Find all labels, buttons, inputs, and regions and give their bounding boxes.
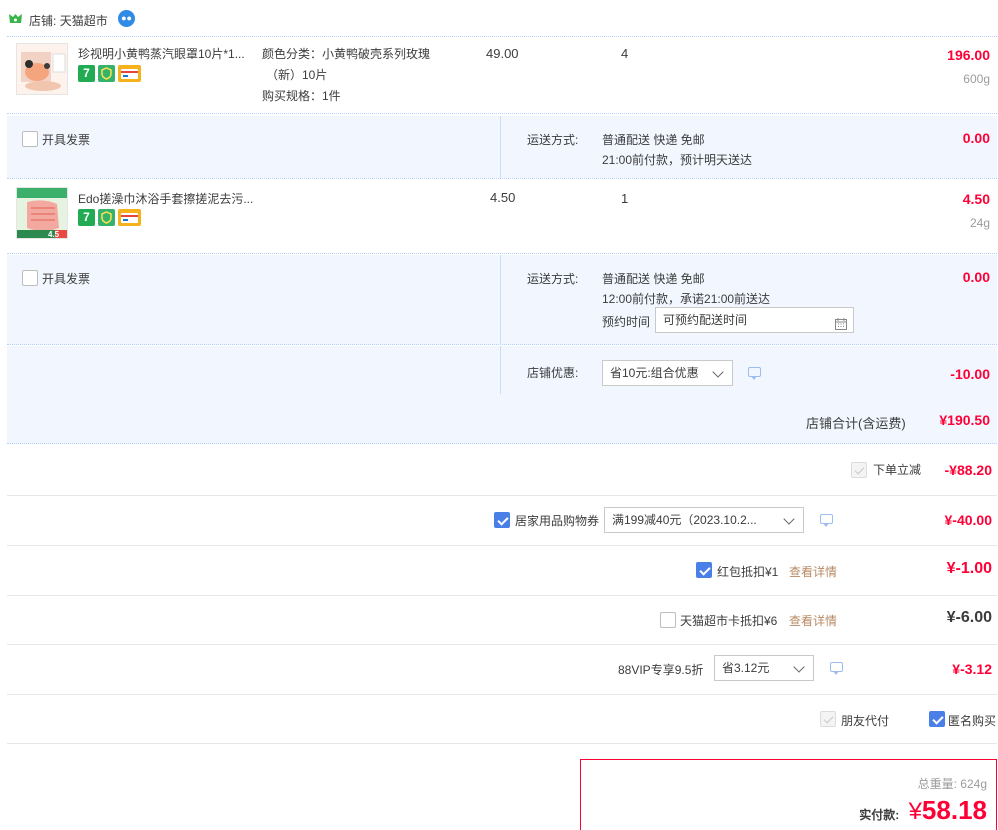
item-1-sku-color-cont: （新）10片 [266,68,328,82]
shop-name[interactable]: 店铺: 天猫超市 [29,12,108,29]
feedback-icon[interactable] [748,367,761,380]
item-2-thumbnail[interactable] [16,187,68,239]
card-pay-icon [118,209,141,226]
divider [7,694,997,695]
item-1-subtotal: 196.00 [947,47,990,63]
friend-pay-checkbox [820,711,836,727]
vip-select[interactable]: 省3.12元 [714,655,814,681]
shop-discount-amount: -10.00 [950,366,990,382]
friend-pay-label: 朋友代付 [841,714,890,728]
coupon-amount: ¥-40.00 [944,512,992,528]
item-2-title[interactable]: Edo搓澡巾沐浴手套擦搓泥去污... [78,190,258,207]
item-2-quantity: 1 [621,191,629,206]
delivery-method-1: 普通配送 快递 免邮 [602,133,705,147]
tmallcard-amount: ¥-6.00 [946,609,992,626]
delivery-method-2: 普通配送 快递 免邮 [602,272,705,286]
delivery-section-1 [7,116,997,178]
appointment-time-input[interactable]: 可预约配送时间 [655,307,854,333]
divider [500,255,501,345]
redpacket-checkbox[interactable] [696,562,712,578]
divider [7,545,997,546]
tmallcard-checkbox[interactable] [660,612,676,628]
delivery-note-2: 12:00前付款，承诺21:00前送达 [602,292,771,306]
chevron-down-icon [793,661,805,673]
divider [7,743,997,744]
guarantee-icon [98,209,115,226]
coupon-value: 满199减40元（2023.10.2... [612,513,757,527]
total-weight-value: 624g [960,777,987,791]
card-pay-icon [118,65,141,82]
order-discount-checkbox [851,462,867,478]
total-weight: 总重量: 624g [918,775,987,792]
tmallcard-detail-link[interactable]: 查看详情 [789,612,837,629]
shop-discount-value: 省10元:组合优惠 [610,366,699,380]
item-2-weight: 24g [969,216,990,230]
item-2-unit-price: 4.50 [490,190,516,205]
item-2-thumb-price: 4.5 [48,230,60,239]
actual-payment-amount: 58.18 [921,795,987,825]
tmallcard-label: 天猫超市卡抵扣¥6 [680,614,778,628]
item-1-sku-spec: 购买规格：1件 [262,89,341,103]
item-1-quantity: 4 [621,46,629,61]
redpacket-amount: ¥-1.00 [946,560,992,577]
vip-value: 省3.12元 [722,661,770,675]
item-2-subtotal: 4.50 [962,191,990,207]
invoice-checkbox-1[interactable] [22,131,38,147]
currency-symbol: ¥ [908,798,922,825]
coupon-select[interactable]: 满199减40元（2023.10.2... [604,507,804,533]
redpacket-detail-link[interactable]: 查看详情 [789,563,837,580]
item-1-thumbnail[interactable] [16,43,68,95]
chevron-down-icon [783,513,795,525]
divider [500,116,501,178]
divider [500,346,501,394]
shop-discount-select[interactable]: 省10元:组合优惠 [602,360,733,386]
appointment-label: 预约时间 [602,315,651,329]
delivery-fee-1: 0.00 [962,130,990,146]
actual-payment-label: 实付款: [859,808,900,822]
coupon-checkbox[interactable] [494,512,510,528]
total-weight-label: 总重量: [917,777,957,791]
shop-total-amount: ¥190.50 [939,412,990,428]
divider [7,595,997,596]
invoice-label-1: 开具发票 [42,133,91,147]
seven-day-return-icon: 7 [78,209,95,226]
coupon-label: 居家用品购物券 [515,514,600,528]
divider [7,644,997,645]
actual-payment: 实付款: ¥58.18 [859,795,987,826]
delivery-label-1: 运送方式: [527,133,579,147]
guarantee-icon [98,65,115,82]
delivery-note-1: 21:00前付款，预计明天送达 [602,153,753,167]
shop-label: 店铺: [29,14,57,28]
order-discount-amount: -¥88.20 [944,462,992,478]
shop-total-label: 店铺合计(含运费) [806,416,906,431]
delivery-fee-2: 0.00 [962,269,990,285]
item-1-unit-price: 49.00 [486,46,519,61]
vip-amount: ¥-3.12 [952,661,992,677]
calendar-icon [835,314,847,330]
item-1-title[interactable]: 珍视明小黄鸭蒸汽眼罩10片*1... [78,45,258,62]
vip-label: 88VIP专享9.5折 [618,663,704,677]
chevron-down-icon [712,366,724,378]
feedback-icon[interactable] [830,662,843,675]
shop-discount-row [7,346,997,394]
anonymous-checkbox[interactable] [929,711,945,727]
delivery-label-2: 运送方式: [527,272,579,286]
divider [7,495,997,496]
redpacket-label: 红包抵扣¥1 [717,565,779,579]
item-1-weight: 600g [963,72,990,86]
invoice-label-2: 开具发票 [42,272,91,286]
shop-icon [8,12,23,25]
feedback-icon[interactable] [820,514,833,527]
appointment-placeholder: 可预约配送时间 [663,313,748,327]
order-discount-label: 下单立减 [873,463,922,477]
seven-day-return-icon: 7 [78,65,95,82]
item-1-sku-color: 颜色分类：小黄鸭破壳系列玫瑰 [262,47,431,61]
anonymous-label: 匿名购买 [948,714,997,728]
invoice-checkbox-2[interactable] [22,270,38,286]
shop-name-text[interactable]: 天猫超市 [60,14,108,28]
shop-discount-label: 店铺优惠: [527,366,579,380]
wangwang-chat-icon[interactable]: ●● [118,10,135,27]
